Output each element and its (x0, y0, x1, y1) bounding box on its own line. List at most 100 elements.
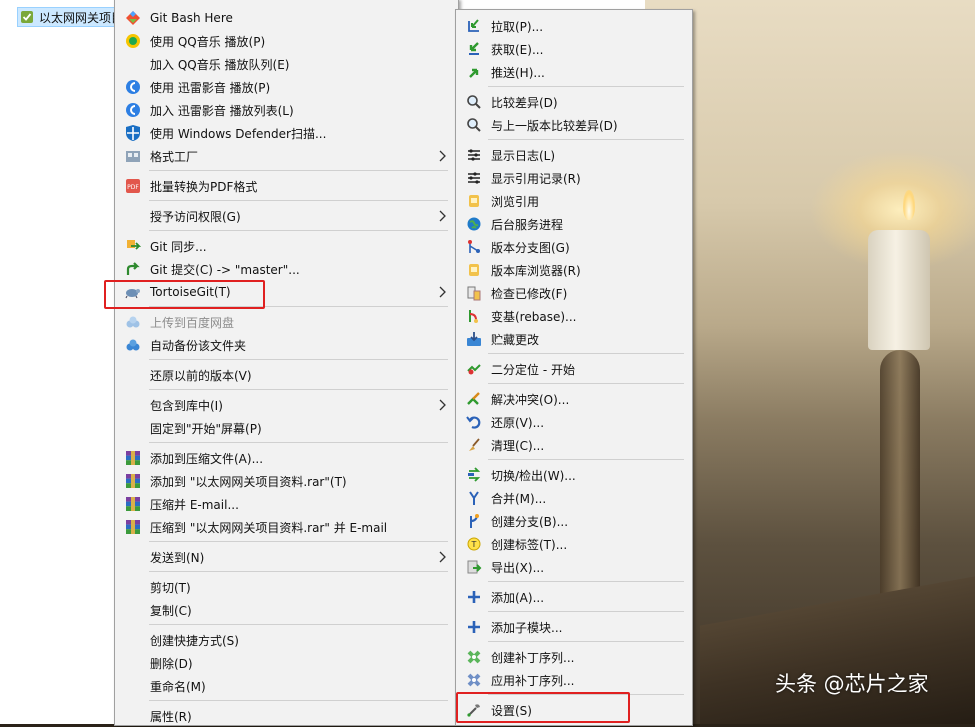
export-icon (465, 558, 483, 576)
menu-separator (488, 353, 684, 354)
menu-item-format-factory[interactable]: 格式工厂 (117, 145, 456, 167)
menu-item-git-bash-here[interactable]: Git Bash Here (117, 7, 456, 29)
xunlei-player-icon (124, 101, 142, 119)
submenu-item-show-log[interactable]: 显示日志(L) (458, 144, 690, 166)
winrar-icon (124, 472, 142, 490)
add-submodule-icon (465, 618, 483, 636)
blank-icon (124, 631, 142, 649)
submenu-item-create-patch[interactable]: 创建补丁序列... (458, 646, 690, 668)
blank-icon (124, 396, 142, 414)
context-menu: Git Bash Here 使用 QQ音乐 播放(P) 加入 QQ音乐 播放队列… (114, 0, 459, 726)
submenu-item-pull[interactable]: 拉取(P)... (458, 15, 690, 37)
menu-item-rename[interactable]: 重命名(M) (117, 675, 456, 697)
submenu-item-repo-browser[interactable]: 版本库浏览器(R) (458, 259, 690, 281)
blank-icon (124, 707, 142, 725)
menu-separator (488, 459, 684, 460)
browse-refs-icon (465, 192, 483, 210)
menu-item-include-library[interactable]: 包含到库中(I) (117, 394, 456, 416)
submenu-item-cleanup[interactable]: 清理(C)... (458, 434, 690, 456)
submenu-item-resolve[interactable]: 解决冲突(O)... (458, 388, 690, 410)
stash-icon (465, 330, 483, 348)
menu-item-send-to[interactable]: 发送到(N) (117, 546, 456, 568)
baidu-netdisk-icon (124, 313, 142, 331)
menu-item-qq-music-queue[interactable]: 加入 QQ音乐 播放队列(E) (117, 53, 456, 75)
submenu-item-browse-refs[interactable]: 浏览引用 (458, 190, 690, 212)
menu-item-baidu-upload[interactable]: 上传到百度网盘 (117, 311, 456, 333)
menu-separator (149, 571, 448, 572)
highlight-tortoisegit (104, 280, 265, 309)
blank-icon (124, 419, 142, 437)
menu-separator (149, 700, 448, 701)
pull-icon (465, 17, 483, 35)
check-modifications-icon (465, 284, 483, 302)
submenu-item-create-tag[interactable]: T 创建标签(T)... (458, 533, 690, 555)
menu-item-create-shortcut[interactable]: 创建快捷方式(S) (117, 629, 456, 651)
submenu-item-revert[interactable]: 还原(V)... (458, 411, 690, 433)
menu-separator (488, 86, 684, 87)
submenu-item-diff[interactable]: 比较差异(D) (458, 91, 690, 113)
submenu-item-daemon[interactable]: 后台服务进程 (458, 213, 690, 235)
diff-icon (465, 93, 483, 111)
menu-item-cut[interactable]: 剪切(T) (117, 576, 456, 598)
menu-item-delete[interactable]: 删除(D) (117, 652, 456, 674)
submenu-item-create-branch[interactable]: 创建分支(B)... (458, 510, 690, 532)
create-patch-icon (465, 648, 483, 666)
submenu-item-bisect-start[interactable]: 二分定位 - 开始 (458, 358, 690, 380)
menu-separator (149, 200, 448, 201)
chevron-right-icon (438, 149, 448, 163)
menu-item-copy[interactable]: 复制(C) (117, 599, 456, 621)
submenu-item-apply-patch[interactable]: 应用补丁序列... (458, 669, 690, 691)
selected-file[interactable]: 以太网网关项目资料.rar (17, 7, 117, 27)
menu-item-add-archive[interactable]: 添加到压缩文件(A)... (117, 447, 456, 469)
submenu-item-revision-graph[interactable]: 版本分支图(G) (458, 236, 690, 258)
submenu-item-rebase[interactable]: 变基(rebase)... (458, 305, 690, 327)
blank-icon (124, 55, 142, 73)
submenu-item-check-modifications[interactable]: 检查已修改(F) (458, 282, 690, 304)
submenu-item-stash[interactable]: 贮藏更改 (458, 328, 690, 350)
menu-item-xunlei-playlist[interactable]: 加入 迅雷影音 播放列表(L) (117, 99, 456, 121)
branch-icon (465, 512, 483, 530)
menu-item-windows-defender[interactable]: 使用 Windows Defender扫描... (117, 122, 456, 144)
menu-separator (149, 230, 448, 231)
menu-separator (149, 389, 448, 390)
menu-item-git-sync[interactable]: Git 同步... (117, 235, 456, 257)
apply-patch-icon (465, 671, 483, 689)
submenu-item-add[interactable]: 添加(A)... (458, 586, 690, 608)
submenu-item-merge[interactable]: 合并(M)... (458, 487, 690, 509)
menu-item-grant-access[interactable]: 授予访问权限(G) (117, 205, 456, 227)
submenu-item-add-submodule[interactable]: 添加子模块... (458, 616, 690, 638)
submenu-item-export[interactable]: 导出(X)... (458, 556, 690, 578)
winrar-icon (124, 518, 142, 536)
menu-separator (149, 359, 448, 360)
cleanup-icon (465, 436, 483, 454)
menu-item-add-to-rar[interactable]: 添加到 "以太网网关项目资料.rar"(T) (117, 470, 456, 492)
candle (868, 230, 930, 350)
menu-separator (488, 383, 684, 384)
watermark: 头条 @芯片之家 (775, 672, 929, 696)
menu-item-restore-previous[interactable]: 还原以前的版本(V) (117, 364, 456, 386)
submenu-item-switch[interactable]: 切换/检出(W)... (458, 464, 690, 486)
fetch-icon (465, 40, 483, 58)
chevron-right-icon (438, 209, 448, 223)
push-icon (465, 63, 483, 81)
chevron-right-icon (438, 285, 448, 299)
menu-item-git-commit[interactable]: Git 提交(C) -> "master"... (117, 258, 456, 280)
submenu-item-show-reflog[interactable]: 显示引用记录(R) (458, 167, 690, 189)
submenu-item-push[interactable]: 推送(H)... (458, 61, 690, 83)
menu-item-compress-to-rar-email[interactable]: 压缩到 "以太网网关项目资料.rar" 并 E-mail (117, 516, 456, 538)
menu-item-pin-start[interactable]: 固定到"开始"屏幕(P) (117, 417, 456, 439)
submenu-item-diff-previous[interactable]: 与上一版本比较差异(D) (458, 114, 690, 136)
menu-item-auto-backup[interactable]: 自动备份该文件夹 (117, 334, 456, 356)
rebase-icon (465, 307, 483, 325)
menu-item-batch-pdf[interactable]: PDF 批量转换为PDF格式 (117, 175, 456, 197)
menu-separator (149, 541, 448, 542)
menu-item-qq-music-play[interactable]: 使用 QQ音乐 播放(P) (117, 30, 456, 52)
menu-separator (149, 442, 448, 443)
qq-music-icon (124, 32, 142, 50)
menu-item-xunlei-play[interactable]: 使用 迅雷影音 播放(P) (117, 76, 456, 98)
submenu-item-fetch[interactable]: 获取(E)... (458, 38, 690, 60)
repo-browser-icon (465, 261, 483, 279)
file-check-icon (20, 10, 34, 24)
menu-separator (488, 641, 684, 642)
menu-item-compress-email[interactable]: 压缩并 E-mail... (117, 493, 456, 515)
